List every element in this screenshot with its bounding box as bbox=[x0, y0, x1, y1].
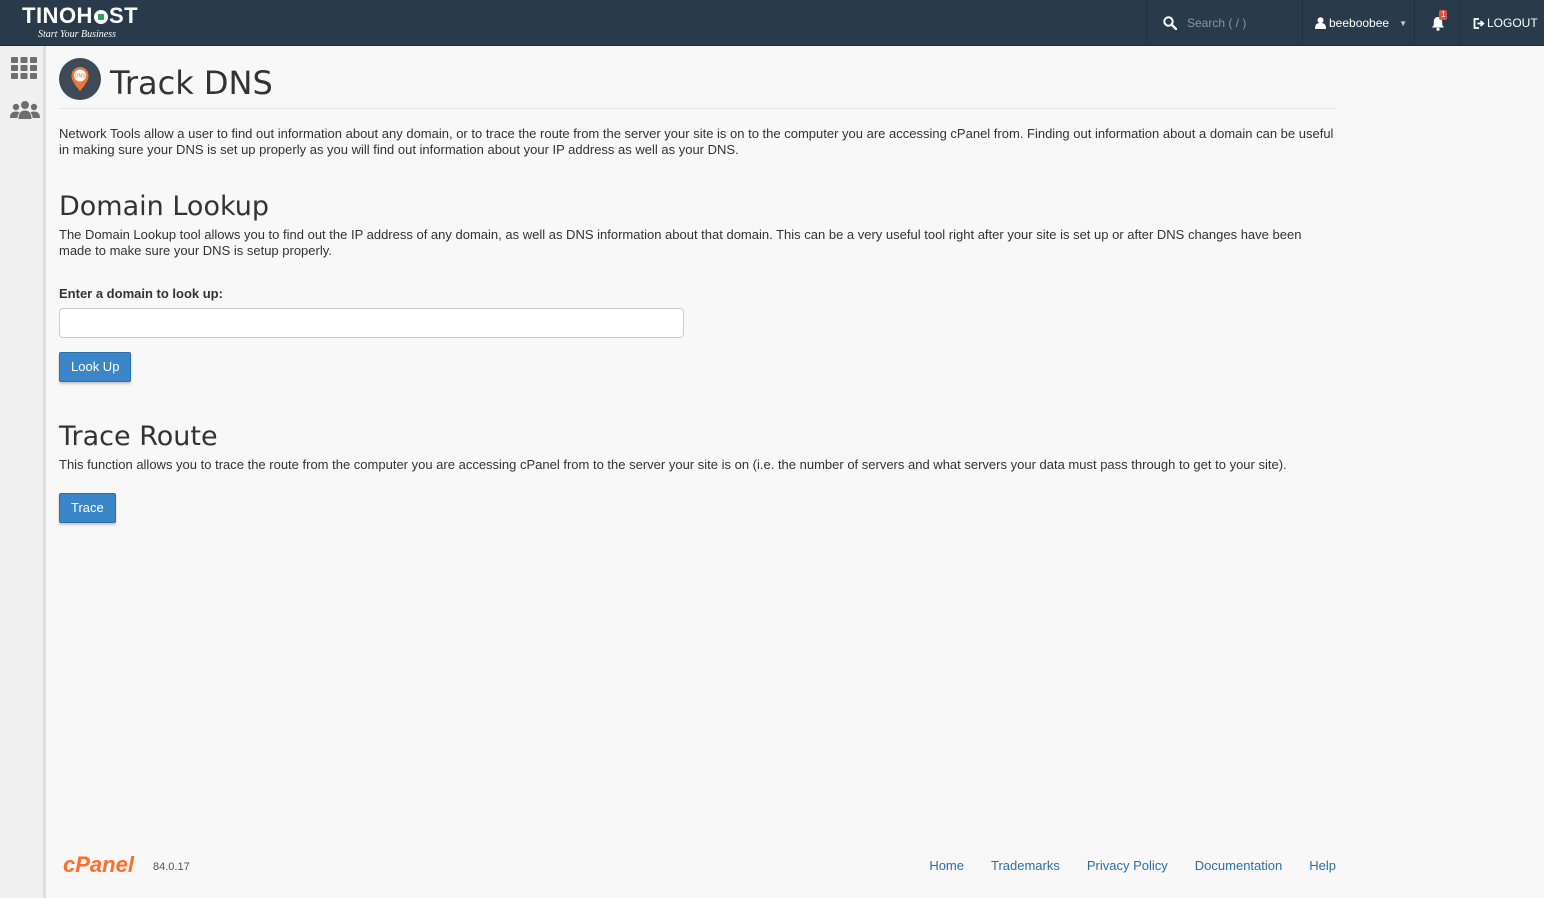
notification-count-badge: 1 bbox=[1439, 10, 1448, 20]
domain-lookup-description: The Domain Lookup tool allows you to fin… bbox=[59, 227, 1302, 258]
notifications-button[interactable]: 1 bbox=[1414, 0, 1460, 46]
users-icon[interactable] bbox=[10, 100, 40, 126]
page-header: DNS Track DNS bbox=[59, 46, 1336, 109]
trace-route-description: This function allows you to trace the ro… bbox=[59, 457, 1287, 472]
domain-field-label: Enter a domain to look up: bbox=[59, 286, 223, 301]
footer-links: Home Trademarks Privacy Policy Documenta… bbox=[929, 858, 1336, 873]
username: beeboobee bbox=[1329, 16, 1390, 30]
footer-link-trademarks[interactable]: Trademarks bbox=[991, 858, 1060, 873]
footer-link-privacy-policy[interactable]: Privacy Policy bbox=[1087, 858, 1168, 873]
look-up-button[interactable]: Look Up bbox=[59, 352, 132, 382]
page-intro: Network Tools allow a user to find out i… bbox=[59, 126, 1334, 157]
footer: cPanel 84.0.17 Home Trademarks Privacy P… bbox=[59, 852, 1336, 882]
user-menu[interactable]: beeboobee ▼ bbox=[1302, 0, 1414, 46]
chevron-down-icon: ▼ bbox=[1399, 18, 1407, 28]
brand-logo[interactable]: TINOH ST Start Your Business bbox=[20, 3, 150, 43]
domain-lookup-section: Domain Lookup The Domain Lookup tool all… bbox=[59, 191, 1336, 382]
main-content: DNS Track DNS Network Tools allow a user… bbox=[59, 46, 1336, 523]
brand-tagline: Start Your Business bbox=[38, 29, 116, 40]
domain-input[interactable] bbox=[59, 308, 684, 338]
logout-icon bbox=[1473, 17, 1485, 29]
trace-route-section: Trace Route This function allows you to … bbox=[59, 421, 1336, 523]
top-right-controls: beeboobee ▼ 1 LOGOUT bbox=[1146, 0, 1544, 46]
footer-link-documentation[interactable]: Documentation bbox=[1195, 858, 1282, 873]
house-icon bbox=[93, 10, 108, 24]
cpanel-logo[interactable]: cPanel bbox=[63, 852, 149, 878]
apps-grid-icon[interactable] bbox=[10, 56, 38, 82]
domain-lookup-heading: Domain Lookup bbox=[59, 191, 270, 222]
top-navbar: TINOHST Start Your Business beeboobee ▼ … bbox=[0, 0, 1544, 46]
logout-button[interactable]: LOGOUT bbox=[1460, 0, 1544, 46]
logout-label: LOGOUT bbox=[1487, 16, 1538, 30]
footer-link-home[interactable]: Home bbox=[929, 858, 964, 873]
search-box[interactable] bbox=[1146, 0, 1302, 46]
trace-route-heading: Trace Route bbox=[59, 421, 218, 452]
trace-button[interactable]: Trace bbox=[59, 493, 116, 523]
brand-name: TINOH ST bbox=[22, 3, 139, 28]
page-title: Track DNS bbox=[110, 64, 273, 102]
cpanel-version: 84.0.17 bbox=[153, 861, 190, 873]
footer-link-help[interactable]: Help bbox=[1309, 858, 1336, 873]
svg-text:DNS: DNS bbox=[74, 74, 85, 80]
search-icon bbox=[1163, 16, 1177, 30]
sidebar bbox=[0, 46, 46, 898]
dns-pin-icon: DNS bbox=[59, 58, 101, 100]
user-icon bbox=[1315, 17, 1326, 29]
svg-text:cPanel: cPanel bbox=[63, 852, 135, 877]
search-input[interactable] bbox=[1187, 16, 1297, 30]
